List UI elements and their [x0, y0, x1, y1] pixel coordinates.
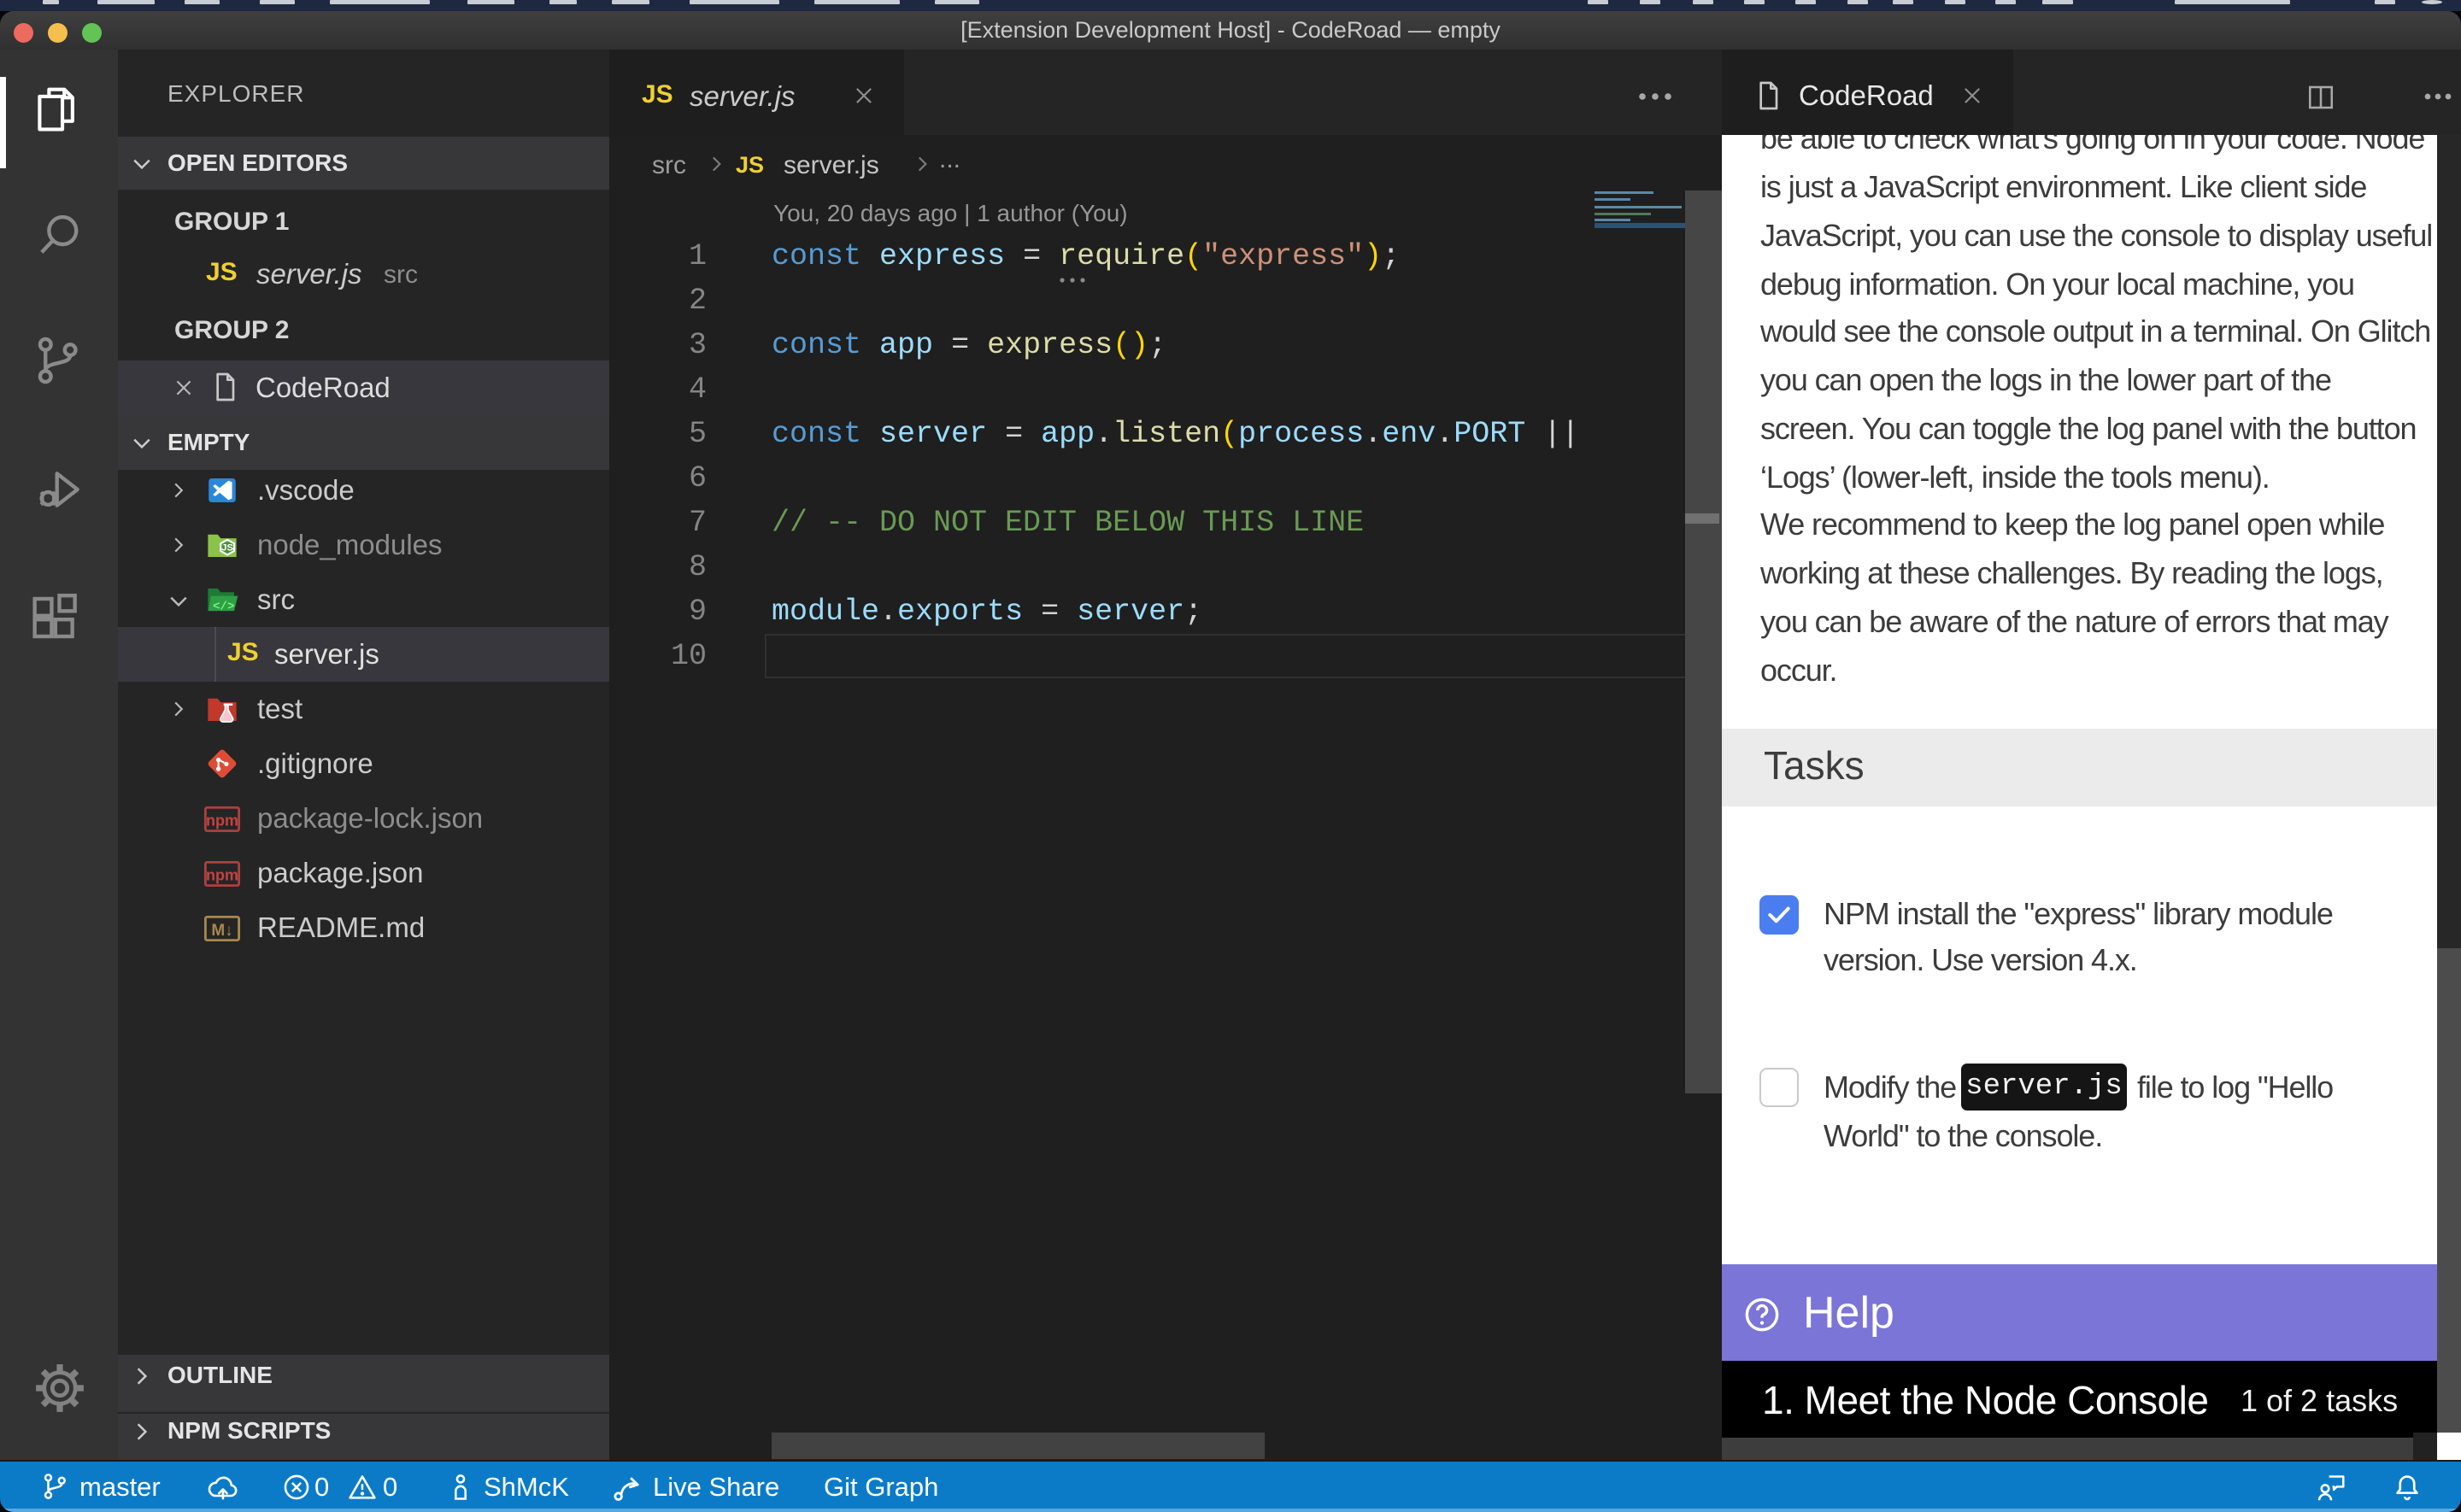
svg-text:npm: npm: [206, 812, 238, 829]
svg-text:</>: </>: [213, 600, 234, 613]
svg-text:M↓: M↓: [211, 922, 232, 940]
svg-text:npm: npm: [206, 866, 238, 883]
svg-text:JS: JS: [221, 543, 233, 554]
